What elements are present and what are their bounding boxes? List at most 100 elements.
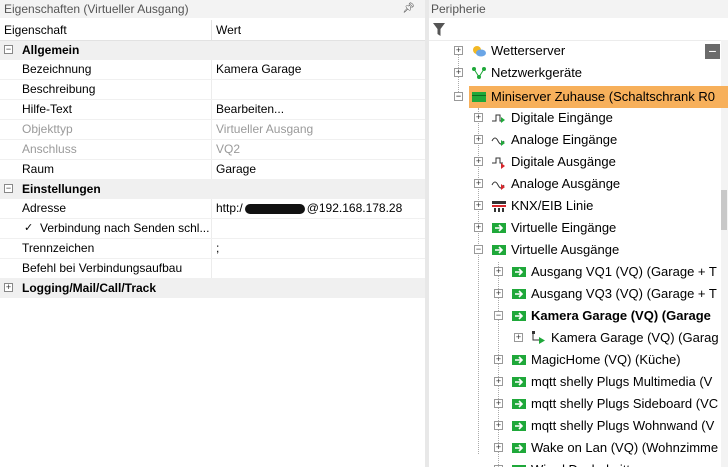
expand-icon[interactable]: +: [474, 113, 483, 122]
properties-panel-title: Eigenschaften (Virtueller Ausgang) 📌︎: [0, 0, 425, 18]
expand-icon[interactable]: +: [4, 283, 13, 292]
property-value[interactable]: Kamera Garage: [216, 60, 301, 79]
row-separator: [211, 239, 212, 258]
tree-node-wake-on-lan[interactable]: + Wake on Lan (VQ) (Wohnzimme: [429, 437, 728, 459]
digital-output-icon: [492, 157, 505, 169]
expand-icon[interactable]: +: [474, 179, 483, 188]
property-label: Bezeichnung: [22, 62, 92, 76]
collapse-icon[interactable]: −: [494, 311, 503, 320]
row-separator: [211, 199, 212, 218]
tree-node-digitale-eingaenge[interactable]: + Digitale Eingänge: [429, 107, 719, 129]
virtual-output-icon: [512, 399, 526, 409]
tree-node-label: mqtt shelly Plugs Wohnwand (V: [531, 418, 715, 433]
tree-node-label: Ausgang VQ1 (VQ) (Garage + T: [531, 264, 717, 279]
network-icon: [472, 67, 486, 79]
miniserver-icon: [472, 92, 486, 102]
property-row-beschreibung[interactable]: Beschreibung: [0, 80, 425, 100]
tree-node-digitale-ausgaenge[interactable]: + Digitale Ausgänge: [429, 151, 719, 173]
expand-icon[interactable]: +: [454, 46, 463, 55]
virtual-output-icon: [512, 355, 526, 365]
property-value[interactable]: Bearbeiten...: [216, 100, 284, 119]
checkmark-icon[interactable]: ✓: [24, 223, 34, 234]
property-row-adresse[interactable]: Adresse http:/ @192.168.178.28: [0, 199, 425, 219]
column-header-eigenschaft[interactable]: Eigenschaft: [4, 20, 67, 40]
tree-node-label: Analoge Ausgänge: [511, 176, 621, 191]
expand-icon[interactable]: +: [494, 267, 503, 276]
column-header-wert[interactable]: Wert: [216, 20, 241, 40]
expand-icon[interactable]: +: [514, 333, 523, 342]
redaction-scribble: [244, 203, 305, 214]
property-row-trennzeichen[interactable]: Trennzeichen ;: [0, 239, 425, 259]
address-prefix: http:/: [216, 201, 243, 215]
expand-icon[interactable]: +: [474, 223, 483, 232]
tree-node-label: Netzwerkgeräte: [491, 65, 583, 80]
collapse-icon[interactable]: −: [474, 245, 483, 254]
tree-toolbar: [429, 20, 728, 41]
tree-node-label: mqtt shelly Plugs Multimedia (V: [531, 374, 713, 389]
property-row-bezeichnung[interactable]: Bezeichnung Kamera Garage: [0, 60, 425, 80]
pin-icon[interactable]: 📌︎: [402, 0, 415, 18]
virtual-output-icon: [492, 245, 506, 255]
row-separator: [211, 219, 212, 238]
tree-node-netzwerkgeraete[interactable]: + Netzwerkgeräte: [429, 62, 719, 84]
expand-icon[interactable]: +: [494, 399, 503, 408]
property-label: Verbindung nach Senden schl...: [40, 221, 210, 235]
tree-node-kamera-garage-command[interactable]: + Kamera Garage (VQ) (Garag: [429, 327, 728, 349]
expand-icon[interactable]: +: [454, 68, 463, 77]
tree-node-ausgang-vq3[interactable]: + Ausgang VQ3 (VQ) (Garage + T: [429, 283, 728, 305]
expand-icon[interactable]: +: [474, 201, 483, 210]
collapse-icon[interactable]: −: [454, 92, 463, 101]
expand-icon[interactable]: +: [474, 135, 483, 144]
command-icon: [532, 331, 545, 344]
collapse-icon[interactable]: −: [4, 184, 13, 193]
property-row-raum[interactable]: Raum Garage: [0, 160, 425, 180]
tree-node-label: Digitale Ausgänge: [511, 154, 616, 169]
tree-node-label: Wired Dazhubsitt...: [531, 459, 641, 467]
collapse-all-button[interactable]: −: [705, 44, 720, 59]
peripherie-panel-title: Peripherie: [429, 0, 728, 18]
category-einstellungen[interactable]: − Einstellungen: [0, 180, 425, 199]
property-value[interactable]: Garage: [216, 160, 256, 179]
category-label: Einstellungen: [22, 182, 101, 196]
expand-icon[interactable]: +: [494, 443, 503, 452]
property-label: Anschluss: [22, 142, 77, 156]
property-row-verbindung[interactable]: ✓ Verbindung nach Senden schl...: [0, 219, 425, 239]
tree-node-knx-eib-linie[interactable]: + KNX/EIB Linie: [429, 195, 719, 217]
tree-node-analoge-eingaenge[interactable]: + Analoge Eingänge: [429, 129, 719, 151]
property-value[interactable]: ;: [216, 239, 219, 258]
tree-node-virtuelle-eingaenge[interactable]: + Virtuelle Eingänge: [429, 217, 719, 239]
tree-node-virtuelle-ausgaenge[interactable]: − Virtuelle Ausgänge: [429, 239, 719, 261]
expand-icon[interactable]: +: [494, 377, 503, 386]
expand-icon[interactable]: +: [474, 157, 483, 166]
tree-node-label: MagicHome (VQ) (Küche): [531, 352, 681, 367]
analog-output-icon: [491, 181, 505, 190]
property-row-hilfe-text[interactable]: Hilfe-Text Bearbeiten...: [0, 100, 425, 120]
expand-icon[interactable]: +: [494, 355, 503, 364]
tree-node-analoge-ausgaenge[interactable]: + Analoge Ausgänge: [429, 173, 719, 195]
tree-node-wetterserver[interactable]: + Wetterserver: [429, 40, 719, 62]
tree-node-mqtt-multimedia[interactable]: + mqtt shelly Plugs Multimedia (V: [429, 371, 728, 393]
property-label: Trennzeichen: [22, 241, 95, 255]
tree-node-partial[interactable]: + Wired Dazhubsitt...: [429, 459, 728, 467]
tree-node-mqtt-sideboard[interactable]: + mqtt shelly Plugs Sideboard (VC: [429, 393, 728, 415]
row-separator: [211, 259, 212, 278]
tree-node-ausgang-vq1[interactable]: + Ausgang VQ1 (VQ) (Garage + T: [429, 261, 728, 283]
tree-node-label: Ausgang VQ3 (VQ) (Garage + T: [531, 286, 717, 301]
property-row-befehl[interactable]: Befehl bei Verbindungsaufbau: [0, 259, 425, 279]
expand-icon[interactable]: +: [494, 421, 503, 430]
expand-icon[interactable]: +: [494, 289, 503, 298]
tree-node-kamera-garage[interactable]: − Kamera Garage (VQ) (Garage: [429, 305, 728, 327]
tree-node-magichome[interactable]: + MagicHome (VQ) (Küche): [429, 349, 728, 371]
property-value-adresse[interactable]: http:/ @192.168.178.28: [216, 199, 402, 218]
category-allgemein[interactable]: − Allgemein: [0, 41, 425, 60]
category-logging[interactable]: + Logging/Mail/Call/Track: [0, 279, 425, 298]
tree-node-miniserver-selected[interactable]: Miniserver Zuhause (Schaltschrank R0: [469, 86, 728, 108]
property-label: Adresse: [22, 201, 67, 215]
tree-node-label: Virtuelle Eingänge: [511, 220, 617, 235]
property-row-anschluss: Anschluss VQ2: [0, 140, 425, 160]
collapse-icon[interactable]: −: [4, 45, 13, 54]
tree-node-label: Virtuelle Ausgänge: [511, 242, 620, 257]
tree-node-mqtt-wohnwand[interactable]: + mqtt shelly Plugs Wohnwand (V: [429, 415, 728, 437]
filter-icon[interactable]: [433, 23, 445, 36]
property-label: Beschreibung: [22, 82, 96, 96]
